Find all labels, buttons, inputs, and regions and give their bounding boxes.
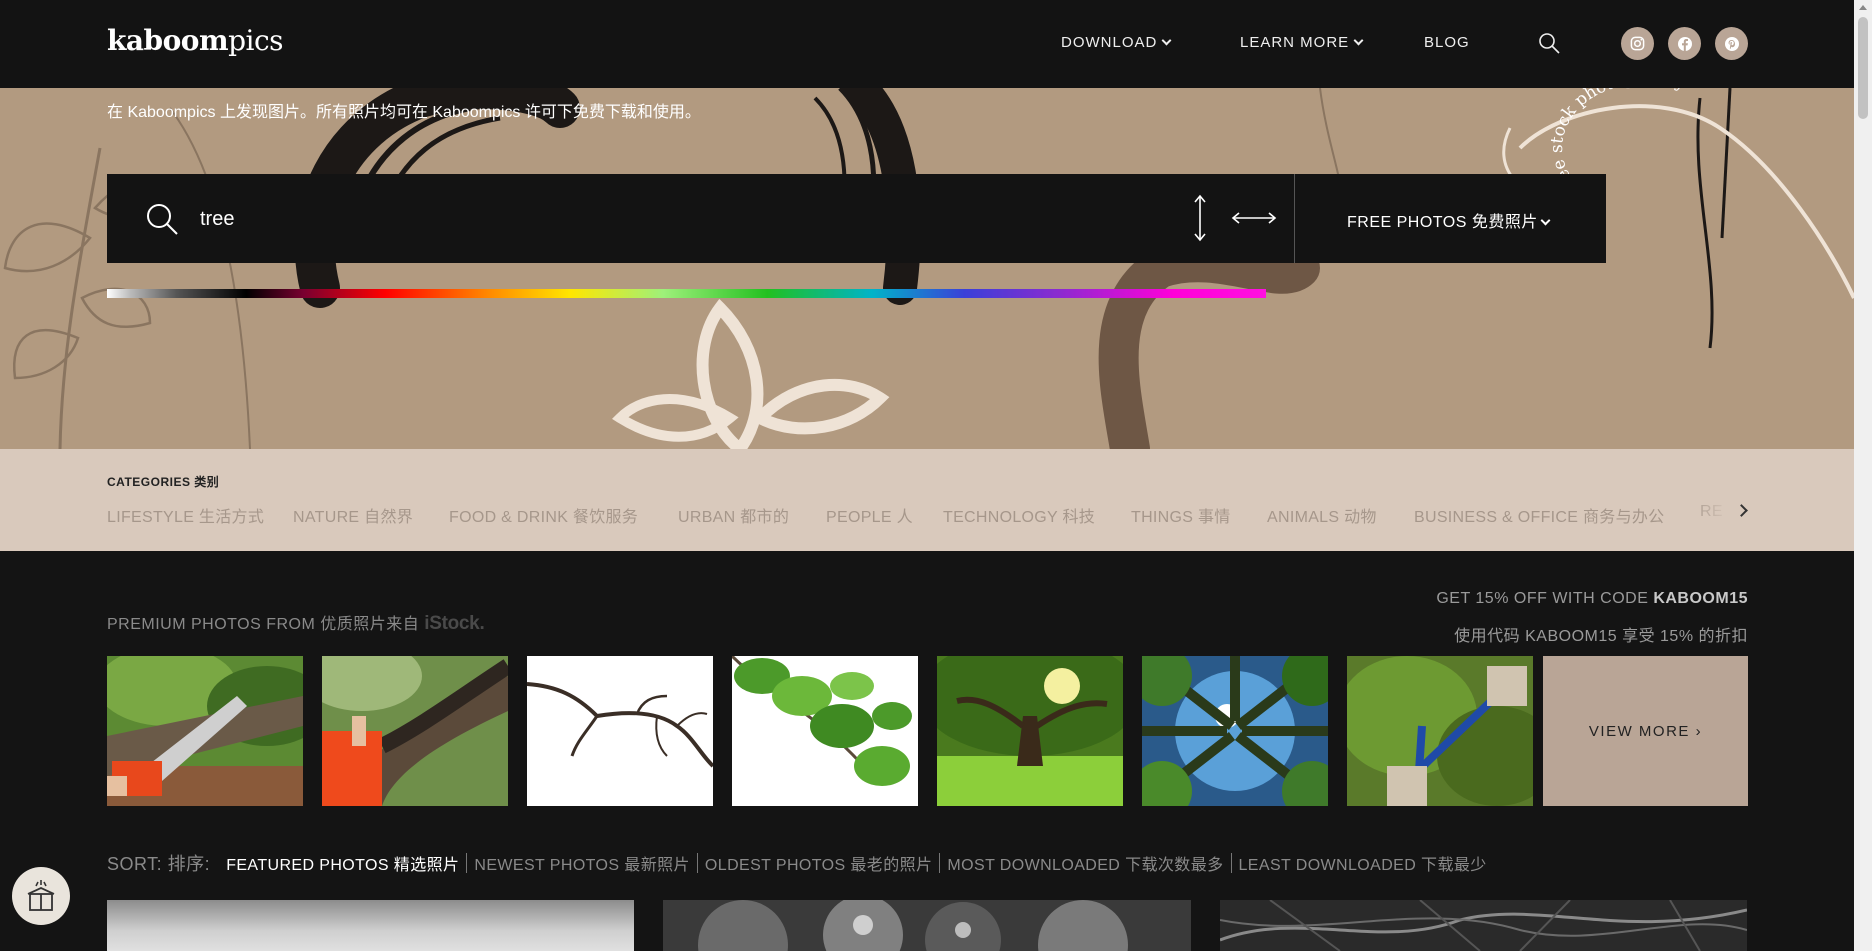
premium-photo[interactable] bbox=[527, 656, 713, 806]
sort-most-downloaded[interactable]: MOST DOWNLOADED 下载次数最多 bbox=[947, 851, 1223, 875]
nav-download[interactable]: DOWNLOAD bbox=[1061, 34, 1172, 51]
scroll-up-icon[interactable] bbox=[1859, 5, 1867, 10]
sort-separator bbox=[696, 853, 698, 873]
premium-photo[interactable] bbox=[1347, 656, 1533, 806]
category-lifestyle[interactable]: LIFESTYLE 生活方式 bbox=[107, 503, 264, 527]
premium-photo[interactable] bbox=[937, 656, 1123, 806]
premium-photos-label: PREMIUM PHOTOS FROM 优质照片来自 iStock. bbox=[107, 613, 485, 634]
hero-illustration: free stock photography bbox=[3, 88, 1854, 449]
nav-blog[interactable]: BLOG bbox=[1424, 34, 1470, 51]
nav-learn-more[interactable]: LEARN MORE bbox=[1240, 34, 1364, 51]
promo-code-line: GET 15% OFF WITH CODE KABOOM15 bbox=[1436, 590, 1748, 607]
sort-separator bbox=[466, 853, 468, 873]
horizontal-orientation-icon[interactable] bbox=[1231, 211, 1277, 225]
page-scrollbar[interactable] bbox=[1854, 0, 1872, 951]
instagram-icon[interactable] bbox=[1621, 27, 1654, 60]
sort-featured[interactable]: FEATURED PHOTOS 精选照片 bbox=[226, 851, 459, 875]
sort-oldest[interactable]: OLDEST PHOTOS 最老的照片 bbox=[705, 851, 933, 875]
kaboompics-logo[interactable]: kaboompics bbox=[107, 24, 284, 57]
category-people[interactable]: PEOPLE 人 bbox=[826, 503, 913, 527]
search-icon[interactable] bbox=[1538, 32, 1560, 54]
chevron-right-icon[interactable] bbox=[1735, 504, 1748, 517]
chevron-down-icon bbox=[1353, 35, 1364, 46]
facebook-icon[interactable] bbox=[1668, 27, 1701, 60]
category-food-drink[interactable]: FOOD & DRINK 餐饮服务 bbox=[449, 503, 638, 527]
search-bar: FREE PHOTOS 免费照片 bbox=[107, 174, 1606, 263]
categories-fade bbox=[1690, 489, 1730, 529]
chevron-down-icon bbox=[1161, 35, 1172, 46]
gift-box-button[interactable] bbox=[12, 867, 70, 925]
sort-least-downloaded[interactable]: LEAST DOWNLOADED 下载最少 bbox=[1239, 851, 1487, 875]
vertical-orientation-icon[interactable] bbox=[1193, 194, 1207, 242]
premium-photo[interactable] bbox=[107, 656, 303, 806]
istock-logo[interactable]: iStock. bbox=[424, 613, 485, 634]
photo-type-dropdown[interactable]: FREE PHOTOS 免费照片 bbox=[1347, 208, 1551, 232]
sort-separator bbox=[939, 853, 941, 873]
category-things[interactable]: THINGS 事情 bbox=[1131, 503, 1231, 527]
sort-newest[interactable]: NEWEST PHOTOS 最新照片 bbox=[474, 851, 690, 875]
search-input[interactable] bbox=[200, 202, 1100, 236]
hero-banner: free stock photography 在 Kaboompics 上发现图… bbox=[0, 88, 1854, 449]
top-navigation-bar: kaboompics DOWNLOAD LEARN MORE BLOG bbox=[0, 0, 1854, 88]
photo-result[interactable] bbox=[663, 900, 1191, 951]
promo-code-line-chinese: 使用代码 KABOOM15 享受 15% 的折扣 bbox=[1454, 628, 1748, 645]
search-icon[interactable] bbox=[145, 202, 179, 236]
search-divider bbox=[1294, 174, 1295, 263]
category-business-office[interactable]: BUSINESS & OFFICE 商务与办公 bbox=[1414, 503, 1665, 527]
chevron-down-icon bbox=[1540, 215, 1551, 226]
gift-icon bbox=[27, 880, 55, 911]
sort-separator bbox=[1230, 853, 1232, 873]
premium-photo[interactable] bbox=[1142, 656, 1328, 806]
category-technology[interactable]: TECHNOLOGY 科技 bbox=[943, 503, 1095, 527]
categories-title: CATEGORIES 类别 bbox=[107, 475, 220, 489]
page: kaboompics DOWNLOAD LEARN MORE BLOG e st… bbox=[0, 0, 1872, 951]
view-more-button[interactable]: VIEW MORE › bbox=[1543, 656, 1748, 806]
categories-bar: CATEGORIES 类别 LIFESTYLE 生活方式 NATURE 自然界 … bbox=[0, 449, 1854, 551]
sort-options: SORT: 排序: FEATURED PHOTOS 精选照片 NEWEST PH… bbox=[107, 850, 1487, 876]
hero-tagline: 在 Kaboompics 上发现图片。所有照片均可在 Kaboompics 许可… bbox=[107, 104, 701, 121]
category-nature[interactable]: NATURE 自然界 bbox=[293, 503, 413, 527]
color-filter-bar[interactable] bbox=[107, 289, 1266, 298]
premium-photo[interactable] bbox=[322, 656, 508, 806]
premium-photo[interactable] bbox=[732, 656, 918, 806]
category-animals[interactable]: ANIMALS 动物 bbox=[1267, 503, 1377, 527]
photo-result[interactable] bbox=[107, 900, 634, 951]
scrollbar-thumb[interactable] bbox=[1858, 17, 1868, 119]
pinterest-icon[interactable] bbox=[1715, 27, 1748, 60]
category-urban[interactable]: URBAN 都市的 bbox=[678, 503, 789, 527]
sort-label: SORT: 排序: bbox=[107, 854, 211, 874]
photo-result[interactable] bbox=[1220, 900, 1747, 951]
